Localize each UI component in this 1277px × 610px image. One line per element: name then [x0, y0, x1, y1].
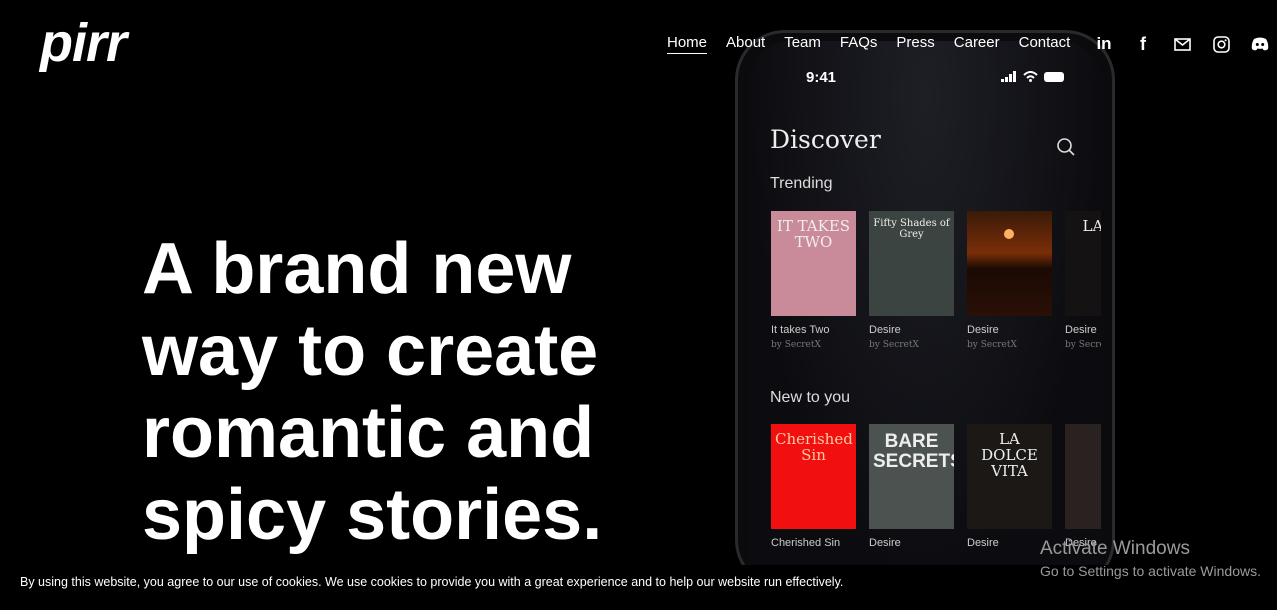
nav-press[interactable]: Press	[896, 34, 934, 54]
hero-line: way to create	[142, 311, 599, 391]
book-card[interactable]: IT TAKES TWO It takes Two by SecretX	[771, 211, 856, 350]
cookie-text: By using this website, you agree to our …	[20, 575, 844, 589]
phone-screen: 9:41 Discover Trending IT TAKES TWO It ta…	[748, 41, 1102, 587]
book-cover: LA DO	[1065, 211, 1101, 316]
book-card[interactable]: LA DO Desire by Secre	[1065, 211, 1101, 350]
social-links: in f	[1094, 34, 1270, 54]
status-icons	[1001, 71, 1064, 82]
book-card[interactable]: Cherished Sin Cherished Sin	[771, 424, 856, 549]
trending-heading: Trending	[770, 175, 833, 192]
book-cover: LA DOLCE VITA	[967, 424, 1052, 529]
trending-row: IT TAKES TWO It takes Two by SecretX Fifty …	[771, 211, 1101, 350]
hero-line: A brand new	[142, 229, 572, 309]
book-title: Desire	[869, 324, 901, 336]
hero-line: spicy stories.	[142, 475, 603, 555]
book-card[interactable]: Desire by SecretX	[967, 211, 1052, 350]
wifi-icon	[1023, 71, 1038, 82]
nav-team[interactable]: Team	[784, 34, 821, 54]
book-cover	[967, 211, 1052, 316]
book-card[interactable]: Fifty Shades of Grey Desire by SecretX	[869, 211, 954, 350]
nav-contact[interactable]: Contact	[1019, 34, 1071, 54]
hero-headline: A brand new way to create romantic and s…	[142, 228, 702, 556]
status-time: 9:41	[806, 69, 837, 86]
book-title: It takes Two	[771, 324, 830, 336]
cover-title: BARE SECRETS	[873, 431, 954, 472]
book-cover: BARE SECRETS	[869, 424, 954, 529]
nav-career[interactable]: Career	[954, 34, 1000, 54]
linkedin-icon[interactable]: in	[1094, 34, 1114, 54]
facebook-icon[interactable]: f	[1133, 34, 1153, 54]
windows-watermark: Activate Windows Go to Settings to activ…	[1040, 538, 1261, 579]
book-cover: Fifty Shades of Grey	[869, 211, 954, 316]
book-cover: Cherished Sin	[771, 424, 856, 529]
phone-mockup: 9:41 Discover Trending IT TAKES TWO It ta…	[735, 30, 1115, 590]
cover-title: Fifty Shades of Grey	[873, 218, 950, 240]
discover-title: Discover	[770, 125, 881, 154]
cover-title: LA DOLCE VITA	[981, 430, 1038, 480]
nav-home[interactable]: Home	[667, 34, 708, 54]
new-row: Cherished Sin Cherished Sin BARE SECRETS De…	[771, 424, 1101, 549]
book-author: by SecretX	[869, 340, 919, 350]
book-author: by SecretX	[771, 340, 821, 350]
logo[interactable]: pirr	[40, 12, 127, 74]
book-title: Desire	[1065, 324, 1097, 336]
cover-title: IT TAKES TWO	[776, 217, 851, 251]
book-card[interactable]: Desire	[1065, 424, 1101, 549]
signal-icon	[1001, 71, 1016, 82]
watermark-title: Activate Windows	[1040, 538, 1190, 559]
discord-icon[interactable]	[1250, 34, 1270, 54]
battery-icon	[1044, 71, 1064, 82]
book-card[interactable]: BARE SECRETS Desire	[869, 424, 954, 549]
book-author: by SecretX	[967, 340, 1017, 350]
main-nav: Home About Team FAQs Press Career Contac…	[667, 34, 1070, 54]
cover-title: Cherished Sin	[775, 430, 853, 464]
book-title: Desire	[967, 324, 999, 336]
book-cover: IT TAKES TWO	[771, 211, 856, 316]
new-heading: New to you	[770, 389, 851, 406]
nav-faqs[interactable]: FAQs	[840, 34, 878, 54]
mail-icon[interactable]	[1172, 34, 1192, 54]
cover-title: LA DO	[1082, 217, 1101, 235]
book-card[interactable]: LA DOLCE VITA Desire	[967, 424, 1052, 549]
book-title: Cherished Sin	[771, 537, 841, 549]
hero-line: romantic and	[142, 393, 595, 473]
book-title: Desire	[869, 537, 901, 549]
nav-about[interactable]: About	[726, 34, 765, 54]
watermark-subtitle: Go to Settings to activate Windows.	[1040, 563, 1261, 579]
instagram-icon[interactable]	[1211, 34, 1231, 54]
book-cover	[1065, 424, 1101, 529]
book-author: by Secre	[1065, 340, 1101, 350]
sun	[1004, 229, 1014, 239]
search-icon[interactable]	[1056, 137, 1076, 157]
